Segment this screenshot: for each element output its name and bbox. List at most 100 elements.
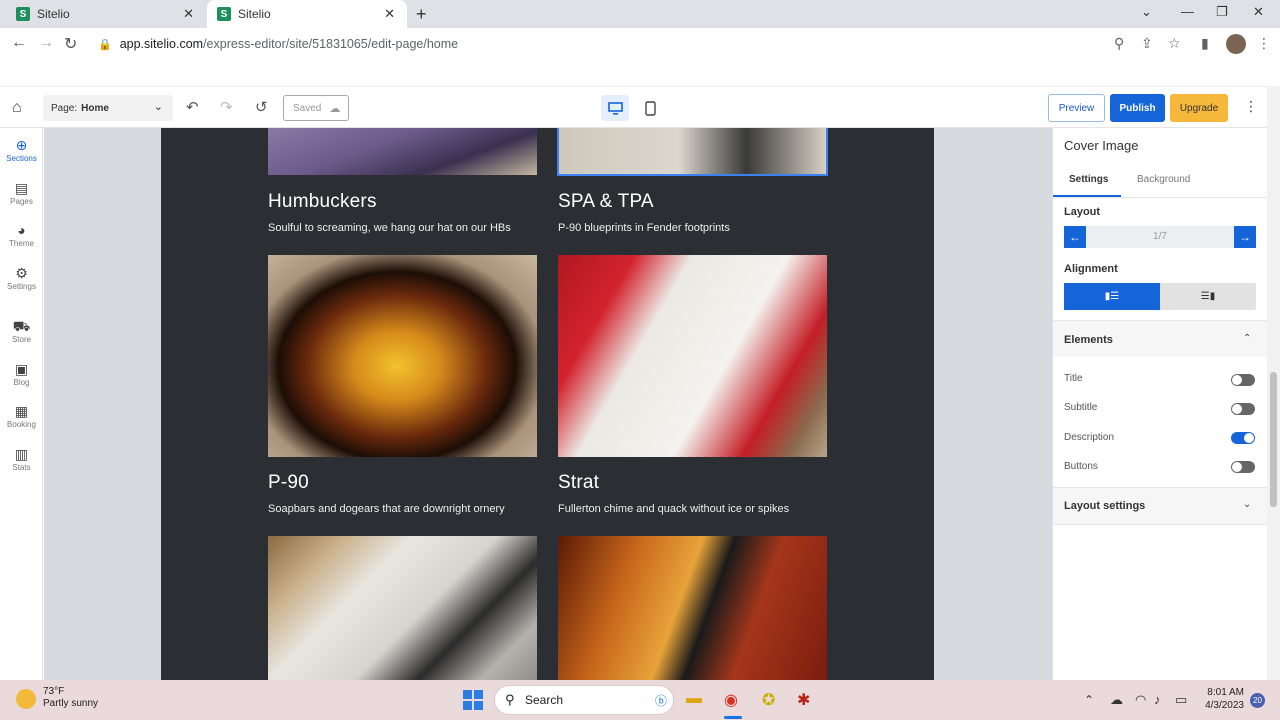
layout-settings-label: Layout settings	[1064, 500, 1146, 512]
volume-icon[interactable]: ♪	[1154, 692, 1161, 707]
back-icon[interactable]: ←	[11, 34, 27, 52]
align-left-button[interactable]: ▮☰	[1064, 283, 1160, 310]
card-description[interactable]: Soapbars and dogears that are downright …	[268, 503, 505, 515]
page-select[interactable]: Page: Home ⌄	[43, 95, 173, 121]
rail-item-label: Booking	[7, 420, 36, 429]
rail-item-theme[interactable]: ◕ Theme	[0, 221, 43, 248]
more-options-icon[interactable]: ⋮	[1244, 98, 1258, 115]
panel-scrollbar[interactable]	[1267, 86, 1280, 680]
rail-item-label: Pages	[10, 197, 33, 206]
mobile-view-button[interactable]	[636, 95, 664, 121]
palette-icon: ◕	[17, 222, 26, 238]
tab-label: Sitelio	[238, 7, 271, 21]
home-icon[interactable]: ⌂	[12, 99, 22, 117]
card-image[interactable]	[268, 536, 537, 680]
scrollbar-thumb[interactable]	[1270, 372, 1277, 507]
wifi-icon[interactable]: ◠	[1135, 692, 1146, 708]
card-description[interactable]: Soulful to screaming, we hang our hat on…	[268, 222, 511, 234]
card-image[interactable]	[558, 536, 827, 680]
toggle-label: Title	[1064, 373, 1083, 384]
next-layout-button[interactable]: →	[1234, 226, 1256, 248]
close-window-icon[interactable]: ✕	[1253, 4, 1264, 20]
norton-icon[interactable]: ✪	[762, 690, 775, 710]
weather-icon[interactable]	[16, 689, 36, 709]
card-title[interactable]: P-90	[268, 472, 309, 494]
battery-icon[interactable]: ▭	[1175, 692, 1187, 708]
reload-icon[interactable]: ↻	[64, 34, 77, 54]
rail-item-booking[interactable]: ▦ Booking	[0, 402, 43, 429]
chrome-icon[interactable]: ◉	[724, 690, 738, 710]
zoom-icon[interactable]: ⚲	[1114, 35, 1124, 52]
chevron-up-icon[interactable]: ⌃	[1084, 693, 1094, 707]
rail-item-settings[interactable]: ⚙ Settings	[0, 264, 43, 291]
sitelio-favicon-icon: S	[217, 7, 231, 21]
rail-item-blog[interactable]: ▣ Blog	[0, 360, 43, 387]
sidepanel-icon[interactable]: ▮	[1201, 35, 1209, 52]
rail-item-sections[interactable]: ⊕ Sections	[0, 136, 43, 163]
forward-icon[interactable]: →	[38, 34, 54, 52]
mobile-icon	[644, 100, 656, 116]
elements-header[interactable]: Elements ⌃	[1053, 321, 1268, 357]
layout-stepper: ← 1/7 →	[1064, 226, 1256, 248]
close-tab-icon[interactable]: ✕	[183, 6, 194, 22]
close-tab-icon[interactable]: ✕	[384, 6, 395, 22]
card-title[interactable]: Humbuckers	[268, 191, 377, 213]
undo-icon[interactable]: ↶	[186, 98, 199, 116]
browser-tabstrip: S Sitelio ✕ S Sitelio ✕ + ⌄ — ❐ ✕	[0, 0, 1280, 28]
card-description[interactable]: P-90 blueprints in Fender footprints	[558, 222, 730, 234]
rail-item-stats[interactable]: ▥ Stats	[0, 445, 43, 472]
book-icon: ▣	[14, 361, 29, 377]
rail-item-pages[interactable]: ▤ Pages	[0, 179, 43, 206]
page-select-value: Home	[81, 102, 109, 114]
preview-button[interactable]: Preview	[1048, 94, 1105, 122]
maximize-icon[interactable]: ❐	[1216, 4, 1228, 20]
rail-item-label: Settings	[7, 282, 36, 291]
cloud-icon[interactable]: ☁	[1110, 692, 1123, 708]
url-field[interactable]: 🔒 app.sitelio.com/express-editor/site/51…	[98, 32, 1138, 56]
align-right-button[interactable]: ☰▮	[1160, 283, 1256, 310]
rail-item-store[interactable]: ⛟ Store	[0, 317, 43, 344]
redo-icon[interactable]: ↷	[220, 98, 233, 116]
subtitle-toggle[interactable]	[1231, 403, 1255, 415]
cart-icon: ⛟	[12, 318, 31, 334]
publish-button[interactable]: Publish	[1110, 94, 1165, 122]
card-description[interactable]: Fullerton chime and quack without ice or…	[558, 503, 789, 515]
browser-tab-active[interactable]: S Sitelio ✕	[207, 0, 407, 28]
saved-button[interactable]: Saved ☁	[283, 95, 349, 121]
tab-background[interactable]: Background	[1137, 174, 1190, 185]
browser-tab[interactable]: S Sitelio ✕	[0, 0, 206, 28]
title-toggle[interactable]	[1231, 374, 1255, 386]
minimize-icon[interactable]: —	[1181, 4, 1194, 19]
card-title[interactable]: SPA & TPA	[558, 191, 654, 213]
card-image[interactable]	[268, 255, 537, 457]
weather-widget[interactable]: 73°F Partly sunny	[43, 686, 98, 710]
desktop-view-button[interactable]	[601, 95, 629, 121]
app-icon[interactable]: ✱	[797, 690, 810, 710]
history-icon[interactable]: ↺	[255, 98, 268, 116]
card-image[interactable]	[558, 255, 827, 457]
buttons-toggle[interactable]	[1231, 461, 1255, 473]
description-toggle[interactable]	[1231, 432, 1255, 444]
notification-badge[interactable]: 20	[1250, 693, 1265, 708]
tab-search-chevron-icon[interactable]: ⌄	[1141, 4, 1152, 20]
browser-menu-icon[interactable]: ⋮	[1257, 35, 1271, 52]
windows-start-icon[interactable]	[463, 690, 483, 710]
site-preview[interactable]: Humbuckers Soulful to screaming, we hang…	[161, 128, 934, 680]
share-icon[interactable]: ⇪	[1141, 35, 1153, 52]
avatar[interactable]	[1226, 34, 1246, 54]
taskbar-clock[interactable]: 8:01 AM 4/3/2023	[1196, 686, 1244, 712]
taskbar-search[interactable]: ⚲ Search ⓑ	[494, 685, 674, 715]
card-title[interactable]: Strat	[558, 472, 599, 494]
new-tab-icon[interactable]: +	[416, 4, 427, 25]
tab-settings[interactable]: Settings	[1069, 174, 1108, 185]
upgrade-button[interactable]: Upgrade	[1170, 94, 1228, 122]
weather-condition: Partly sunny	[43, 698, 99, 709]
layout-settings-header[interactable]: Layout settings ⌄	[1053, 488, 1268, 524]
card-image[interactable]	[268, 128, 537, 175]
file-explorer-icon[interactable]: ▬	[686, 690, 702, 708]
toggle-label: Buttons	[1064, 461, 1098, 472]
arrow-right-icon: →	[1239, 230, 1251, 244]
star-icon[interactable]: ☆	[1168, 35, 1181, 52]
saved-label: Saved	[293, 102, 322, 114]
search-placeholder: Search	[525, 693, 564, 707]
